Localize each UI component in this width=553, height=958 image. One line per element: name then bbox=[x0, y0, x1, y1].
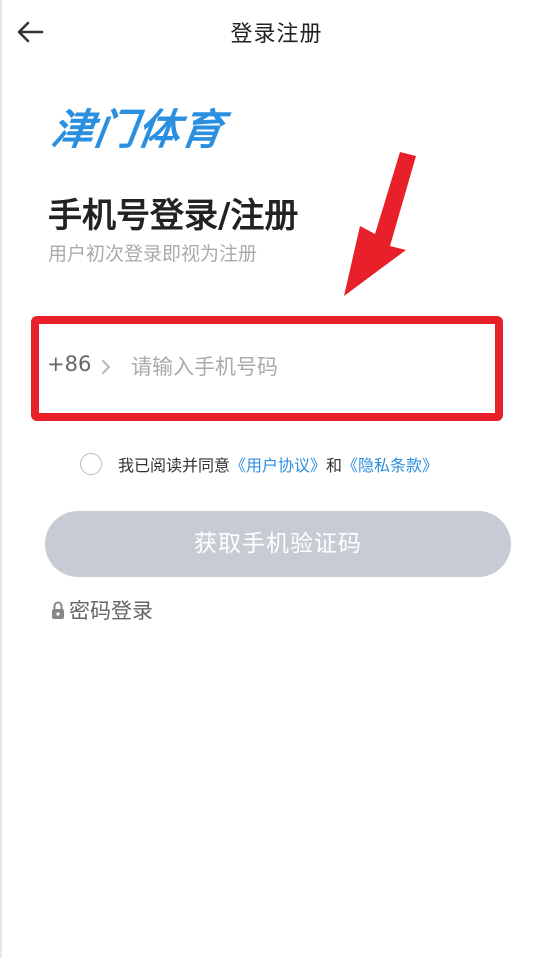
login-screen: 登录注册 津门体育 手机号登录/注册 用户初次登录即视为注册 +86 我已阅读并… bbox=[0, 0, 553, 958]
get-code-button[interactable]: 获取手机验证码 bbox=[45, 511, 511, 577]
agreement-prefix: 我已阅读并同意 bbox=[118, 456, 231, 475]
chevron-right-icon[interactable] bbox=[99, 357, 113, 377]
password-login-label: 密码登录 bbox=[69, 599, 153, 623]
page-title: 登录注册 bbox=[230, 22, 323, 47]
window-edge bbox=[0, 0, 2, 958]
header: 登录注册 bbox=[0, 0, 553, 66]
user-agreement-link[interactable]: 《用户协议》 bbox=[230, 452, 326, 476]
agreement-and: 和 bbox=[326, 456, 343, 475]
brand-logo: 津门体育 bbox=[48, 105, 228, 154]
agree-checkbox[interactable] bbox=[80, 453, 102, 475]
privacy-policy-link[interactable]: 《隐私条款》 bbox=[342, 452, 438, 476]
agreement-row: 我已阅读并同意 《用户协议》 和 《隐私条款》 bbox=[80, 450, 438, 478]
password-login-link[interactable]: 密码登录 bbox=[50, 595, 153, 625]
login-heading: 手机号登录/注册 bbox=[48, 196, 299, 236]
phone-input-highlight: +86 bbox=[31, 316, 503, 421]
login-subheading: 用户初次登录即视为注册 bbox=[48, 243, 258, 265]
annotation-arrow-icon bbox=[344, 152, 416, 296]
lock-icon bbox=[52, 601, 64, 619]
country-code-selector[interactable]: +86 bbox=[47, 352, 91, 376]
phone-number-input[interactable] bbox=[129, 346, 473, 388]
